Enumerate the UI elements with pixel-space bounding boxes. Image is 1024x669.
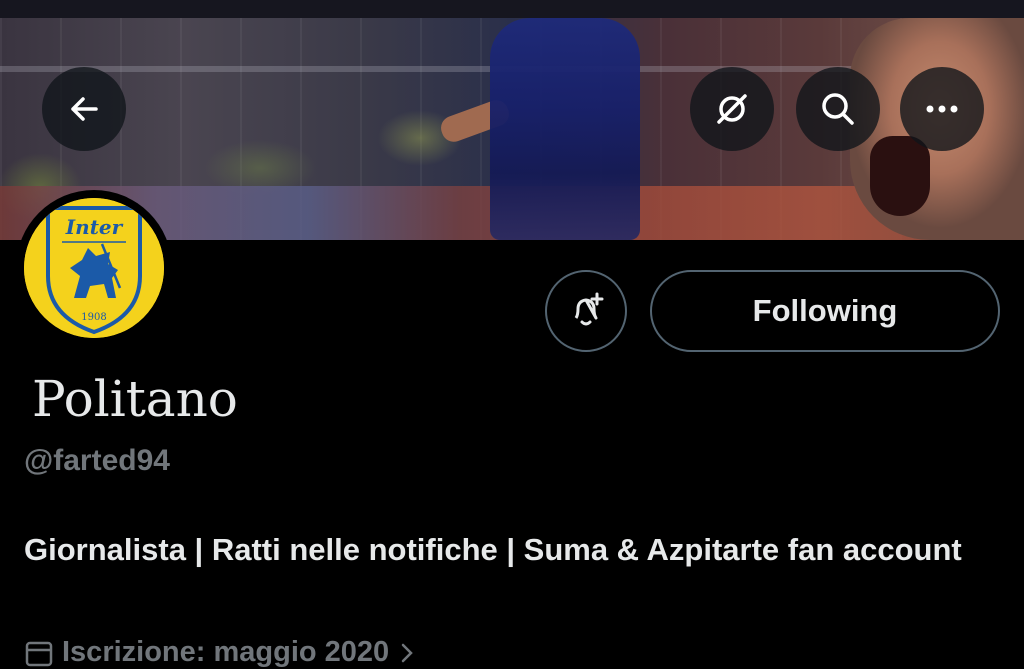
avatar-image: Inter 1908	[24, 198, 164, 338]
following-button[interactable]: Following	[650, 270, 1000, 352]
banner-player-mouth	[870, 136, 930, 216]
search-icon	[822, 93, 854, 125]
ellipsis-icon	[926, 105, 958, 113]
bell-plus-icon	[574, 292, 604, 326]
username-handle: @farted94	[24, 444, 170, 477]
search-button[interactable]	[796, 67, 880, 151]
status-strip	[0, 0, 1024, 18]
grok-button[interactable]	[690, 67, 774, 151]
arrow-left-icon	[71, 97, 98, 121]
grok-icon	[717, 94, 747, 124]
banner-player	[490, 18, 640, 240]
calendar-icon	[25, 641, 53, 666]
notifications-button[interactable]	[545, 270, 627, 352]
join-date[interactable]: Iscrizione: maggio 2020	[24, 636, 417, 669]
profile-bio: Giornalista | Ratti nelle notifiche | Su…	[24, 532, 962, 567]
svg-text:Inter: Inter	[65, 215, 124, 239]
svg-text:1908: 1908	[81, 312, 106, 323]
inter-crest-logo: Inter 1908	[24, 198, 164, 338]
more-button[interactable]	[900, 67, 984, 151]
following-label: Following	[752, 293, 898, 328]
back-button[interactable]	[42, 67, 126, 151]
join-date-label: Iscrizione: maggio 2020	[62, 636, 390, 668]
chevron-right-icon	[401, 643, 413, 662]
display-name: Politano	[32, 370, 238, 428]
avatar[interactable]: Inter 1908	[16, 190, 172, 346]
